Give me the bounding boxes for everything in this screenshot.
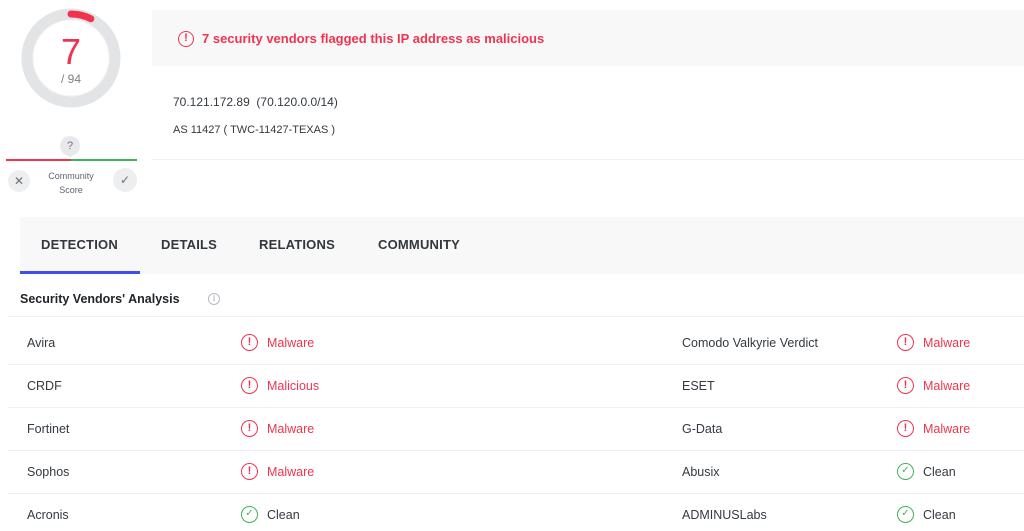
- tab-community[interactable]: COMMUNITY: [378, 237, 460, 252]
- active-tab-indicator: [20, 271, 140, 274]
- table-row: CRDF! Malicious ESET! Malware: [8, 365, 1024, 408]
- vendor-name: Abusix: [682, 465, 720, 479]
- detection-count: 7: [60, 31, 82, 72]
- vendor-name: Avira: [27, 336, 56, 350]
- check-circle-icon: ✓: [897, 463, 914, 480]
- table-row: Acronis ✓ Clean ADMINUSLabs ✓ Clean: [8, 494, 1024, 531]
- alert-message: 7 security vendors flagged this IP addre…: [202, 31, 545, 46]
- vendor-verdict: ! Malware: [241, 334, 314, 351]
- verdict-label: Malware: [267, 421, 315, 436]
- verdict-label: Clean: [923, 464, 956, 479]
- as-info[interactable]: AS 11427 ( TWC-11427-TEXAS ): [173, 124, 335, 136]
- section-title: Security Vendors' Analysis: [20, 292, 180, 306]
- tab-details[interactable]: DETAILS: [161, 237, 217, 252]
- alert-circle-icon: !: [241, 334, 258, 351]
- vendor-verdict: ! Malware: [897, 377, 970, 394]
- vendor-name: G-Data: [682, 422, 723, 436]
- community-score-label: Community Score: [36, 169, 106, 197]
- verdict-label: Malware: [923, 421, 971, 436]
- detection-total: / 94: [60, 72, 81, 86]
- community-label-line2: Score: [59, 185, 83, 195]
- vendor-name: Fortinet: [27, 422, 70, 436]
- table-row: Fortinet! Malware G-Data! Malware: [8, 408, 1024, 451]
- verdict-label: Clean: [923, 507, 956, 522]
- alert-circle-icon: !: [178, 31, 194, 47]
- alert-circle-icon: !: [241, 420, 258, 437]
- verdict-label: Malware: [267, 335, 315, 350]
- verdict-label: Malware: [923, 335, 971, 350]
- community-label-line1: Community: [48, 171, 94, 181]
- check-icon[interactable]: ✓: [113, 168, 137, 192]
- vendor-name: Acronis: [27, 508, 69, 522]
- detection-score-widget: 7 / 94: [21, 8, 121, 108]
- vendor-verdict: ! Malicious: [241, 377, 319, 394]
- ip-report-page: 7 / 94 ? ✕ Community Score ✓ ! 7 securit…: [0, 0, 1024, 531]
- vendor-verdict: ✓ Clean: [241, 506, 300, 523]
- vendor-name: Sophos: [27, 465, 70, 479]
- check-circle-icon: ✓: [897, 506, 914, 523]
- vendor-name: Comodo Valkyrie Verdict: [682, 336, 818, 350]
- verdict-label: Malware: [267, 464, 315, 479]
- ip-range[interactable]: (70.120.0.0/14): [256, 95, 337, 109]
- table-row: Sophos! Malware Abusix ✓ Clean: [8, 451, 1024, 494]
- ip-address[interactable]: 70.121.172.89: [173, 95, 250, 109]
- verdict-label: Malware: [923, 378, 971, 393]
- community-bar-positive: [71, 159, 137, 161]
- alert-circle-icon: !: [897, 377, 914, 394]
- vendor-name: CRDF: [27, 379, 62, 393]
- check-circle-icon: ✓: [241, 506, 258, 523]
- close-icon[interactable]: ✕: [8, 170, 30, 192]
- ip-info: 70.121.172.89 (70.120.0.0/14): [173, 95, 338, 109]
- vendor-verdict: ! Malware: [241, 463, 314, 480]
- info-icon[interactable]: i: [208, 293, 220, 305]
- alert-circle-icon: !: [897, 334, 914, 351]
- vendor-name: ADMINUSLabs: [682, 508, 767, 522]
- vendor-verdict: ✓ Clean: [897, 506, 956, 523]
- vendor-verdict: ✓ Clean: [897, 463, 956, 480]
- tab-relations[interactable]: RELATIONS: [259, 237, 335, 252]
- header-divider: [152, 159, 1024, 160]
- vendor-verdict: ! Malware: [897, 420, 970, 437]
- verdict-label: Clean: [267, 507, 300, 522]
- section-divider: [8, 316, 1024, 317]
- alert-circle-icon: !: [241, 377, 258, 394]
- alert-circle-icon: !: [897, 420, 914, 437]
- alert-circle-icon: !: [241, 463, 258, 480]
- tab-detection[interactable]: DETECTION: [41, 237, 118, 252]
- vendor-verdict: ! Malware: [897, 334, 970, 351]
- vendor-verdict: ! Malware: [241, 420, 314, 437]
- vendor-name: ESET: [682, 379, 715, 393]
- community-bar-negative: [6, 159, 71, 161]
- table-row: Avira! Malware Comodo Valkyrie Verdict! Mal…: [8, 322, 1024, 365]
- verdict-label: Malicious: [267, 378, 320, 393]
- community-score-pointer: [66, 153, 74, 158]
